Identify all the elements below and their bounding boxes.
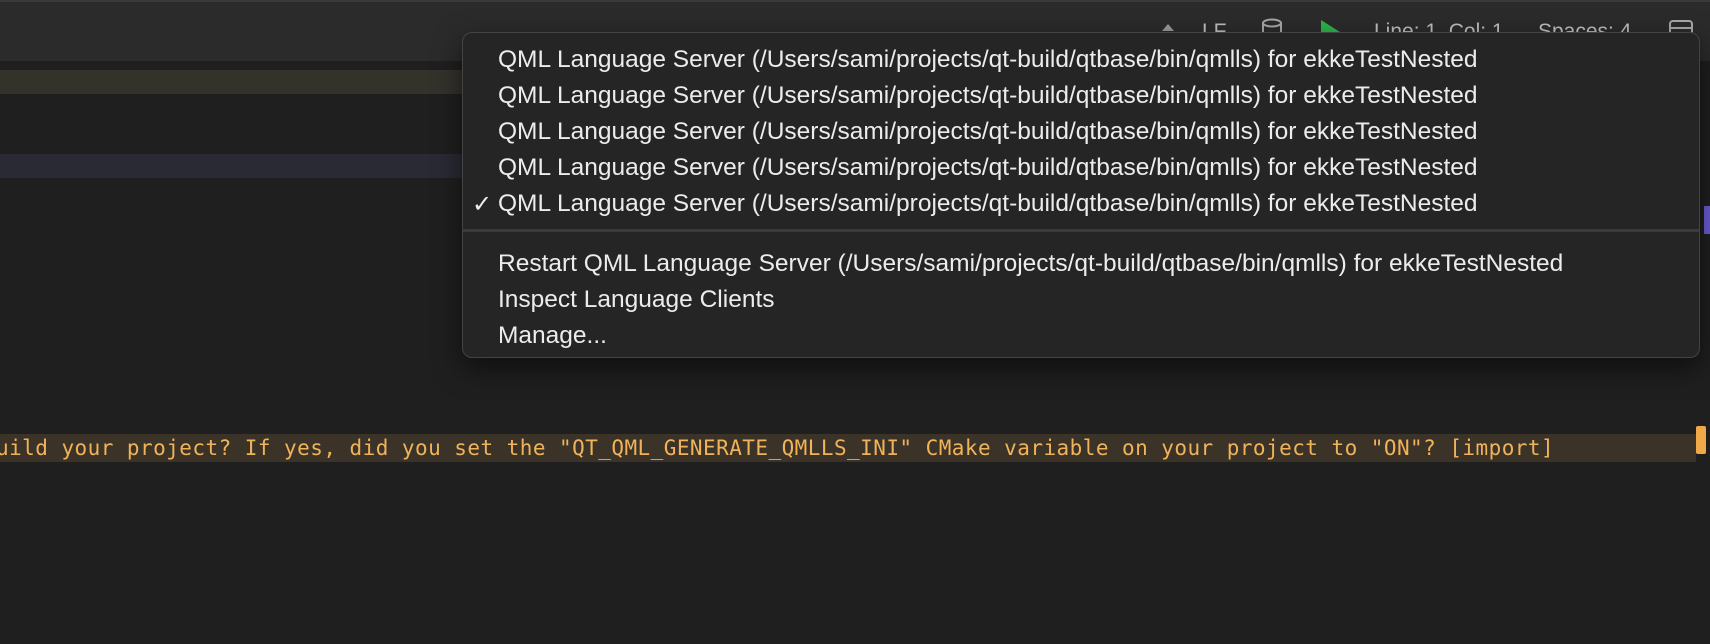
diagnostic-line: uild your project? If yes, did you set t… <box>0 434 1696 462</box>
menu-item-manage[interactable]: Manage... <box>463 318 1699 354</box>
menu-item-language-server-4[interactable]: QML Language Server (/Users/sami/project… <box>463 150 1699 186</box>
menu-item-language-server-5[interactable]: ✓ QML Language Server (/Users/sami/proje… <box>463 186 1699 222</box>
diagnostic-gutter-marker[interactable] <box>1696 426 1706 454</box>
menu-item-language-server-3[interactable]: QML Language Server (/Users/sami/project… <box>463 114 1699 150</box>
language-server-menu: QML Language Server (/Users/sami/project… <box>462 32 1700 358</box>
menu-item-label: QML Language Server (/Users/sami/project… <box>498 190 1478 217</box>
scrollbar-marker <box>1704 206 1710 234</box>
diagnostic-message: uild your project? If yes, did you set t… <box>0 436 1555 460</box>
menu-item-label: QML Language Server (/Users/sami/project… <box>498 154 1478 181</box>
checkmark-icon: ✓ <box>471 190 493 218</box>
menu-item-restart-server[interactable]: Restart QML Language Server (/Users/sami… <box>463 246 1699 282</box>
menu-item-label: Inspect Language Clients <box>498 286 775 313</box>
menu-item-label: QML Language Server (/Users/sami/project… <box>498 118 1478 145</box>
menu-separator <box>463 229 1699 232</box>
menu-item-label: Restart QML Language Server (/Users/sami… <box>498 250 1564 277</box>
menu-item-language-server-1[interactable]: QML Language Server (/Users/sami/project… <box>463 42 1699 78</box>
menu-item-language-server-2[interactable]: QML Language Server (/Users/sami/project… <box>463 78 1699 114</box>
menu-item-inspect-clients[interactable]: Inspect Language Clients <box>463 282 1699 318</box>
menu-item-label: QML Language Server (/Users/sami/project… <box>498 46 1478 73</box>
menu-item-label: Manage... <box>498 322 607 349</box>
menu-item-label: QML Language Server (/Users/sami/project… <box>498 82 1478 109</box>
